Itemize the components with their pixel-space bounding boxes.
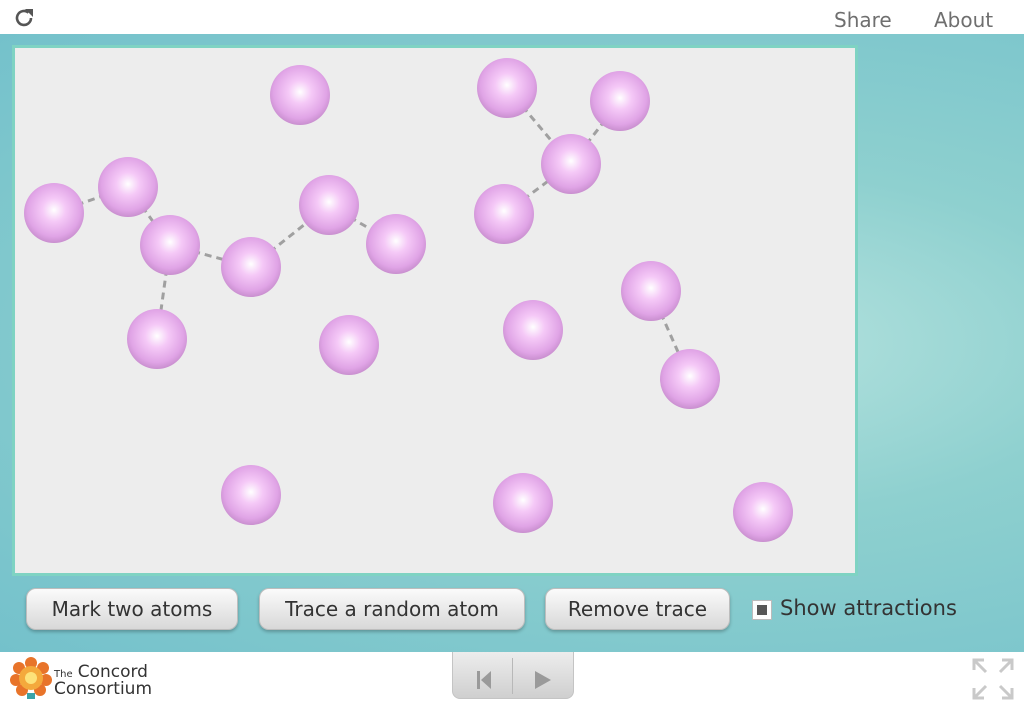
- main-panel: Mark two atoms Trace a random atom Remov…: [0, 34, 1024, 652]
- atom[interactable]: [98, 157, 158, 217]
- mark-two-atoms-button[interactable]: Mark two atoms: [26, 588, 238, 630]
- atom[interactable]: [477, 58, 537, 118]
- atom[interactable]: [366, 214, 426, 274]
- molecular-model-canvas[interactable]: [12, 45, 858, 576]
- atoms: [24, 58, 793, 542]
- reload-icon[interactable]: [12, 6, 36, 30]
- fullscreen-icon[interactable]: [972, 658, 1014, 700]
- atom[interactable]: [24, 183, 84, 243]
- model-svg: [24, 58, 793, 542]
- atom[interactable]: [221, 237, 281, 297]
- atom[interactable]: [221, 465, 281, 525]
- concord-lightbulb-icon: [10, 656, 54, 702]
- atom[interactable]: [493, 473, 553, 533]
- atom[interactable]: [541, 134, 601, 194]
- trace-random-atom-button[interactable]: Trace a random atom: [259, 588, 525, 630]
- atom[interactable]: [299, 175, 359, 235]
- show-attractions-checkbox[interactable]: [752, 600, 772, 620]
- show-attractions-label: Show attractions: [780, 596, 957, 620]
- about-link[interactable]: About: [934, 8, 993, 32]
- atom[interactable]: [474, 184, 534, 244]
- atom[interactable]: [733, 482, 793, 542]
- remove-trace-button[interactable]: Remove trace: [545, 588, 730, 630]
- play-icon[interactable]: [513, 652, 572, 698]
- atom[interactable]: [140, 215, 200, 275]
- top-bar: Share About: [0, 0, 1024, 34]
- playback-controls: [452, 652, 574, 699]
- atom[interactable]: [660, 349, 720, 409]
- atom[interactable]: [590, 71, 650, 131]
- share-link[interactable]: Share: [834, 8, 892, 32]
- logo-consortium: Consortium: [54, 679, 153, 699]
- skip-to-start-icon[interactable]: [453, 652, 512, 698]
- atom[interactable]: [621, 261, 681, 321]
- atom[interactable]: [270, 65, 330, 125]
- checkbox-check-mark: [757, 605, 767, 615]
- atom[interactable]: [503, 300, 563, 360]
- bottom-bar: The Concord Consortium: [0, 652, 1024, 706]
- atom[interactable]: [127, 309, 187, 369]
- atom[interactable]: [319, 315, 379, 375]
- concord-logo-text: The Concord Consortium: [54, 664, 153, 699]
